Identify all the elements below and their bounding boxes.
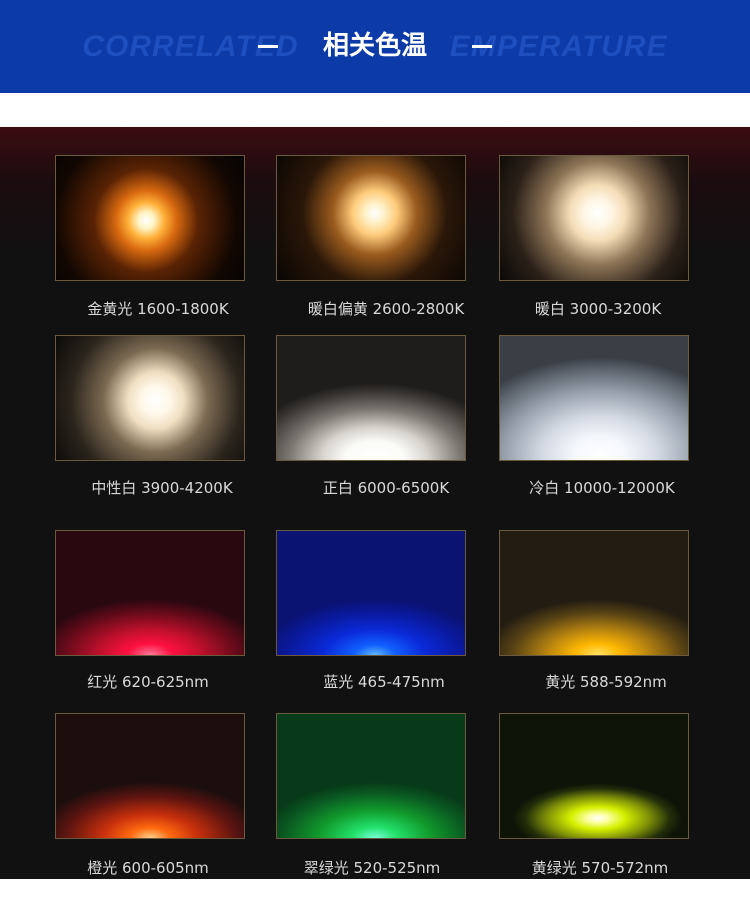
title-dash-left xyxy=(258,45,278,48)
tile-pure-white xyxy=(276,335,466,461)
tile-yellow-light xyxy=(499,530,689,656)
caption-pure-white: 正白 6000-6500K xyxy=(322,479,450,497)
caption-gold-light: 金黄光 1600-1800K xyxy=(87,300,229,318)
caption-blue-light: 蓝光 465-475nm xyxy=(323,673,445,691)
title-dash-right xyxy=(472,45,492,48)
tile-yellow-green-light xyxy=(499,713,689,839)
tile-orange-light xyxy=(55,713,245,839)
caption-warm-yellow: 暖白偏黄 2600-2800K xyxy=(307,300,465,318)
caption-cool-white: 冷白 10000-12000K xyxy=(529,479,675,497)
caption-emerald-green-light: 翠绿光 520-525nm xyxy=(303,859,441,877)
caption-warm-white: 暖白 3000-3200K xyxy=(534,300,662,318)
bottom-margin xyxy=(0,879,750,905)
tile-gold-light xyxy=(55,155,245,281)
tile-neutral-white xyxy=(55,335,245,461)
page-title: 相关色温 xyxy=(300,25,450,67)
tile-cool-white xyxy=(499,335,689,461)
tile-emerald-green-light xyxy=(276,713,466,839)
caption-yellow-light: 黄光 588-592nm xyxy=(545,673,667,691)
caption-neutral-white: 中性白 3900-4200K xyxy=(91,479,233,497)
tile-red-light xyxy=(55,530,245,656)
tile-warm-white xyxy=(499,155,689,281)
tile-blue-light xyxy=(276,530,466,656)
caption-yellow-green-light: 黄绿光 570-572nm xyxy=(531,859,669,877)
header-banner: CORRELATED COLOR TEMPERATURE 相关色温 xyxy=(0,0,750,93)
banner-spacer xyxy=(0,93,750,127)
tile-warm-yellow xyxy=(276,155,466,281)
caption-orange-light: 橙光 600-605nm xyxy=(87,859,209,877)
caption-red-light: 红光 620-625nm xyxy=(87,673,209,691)
